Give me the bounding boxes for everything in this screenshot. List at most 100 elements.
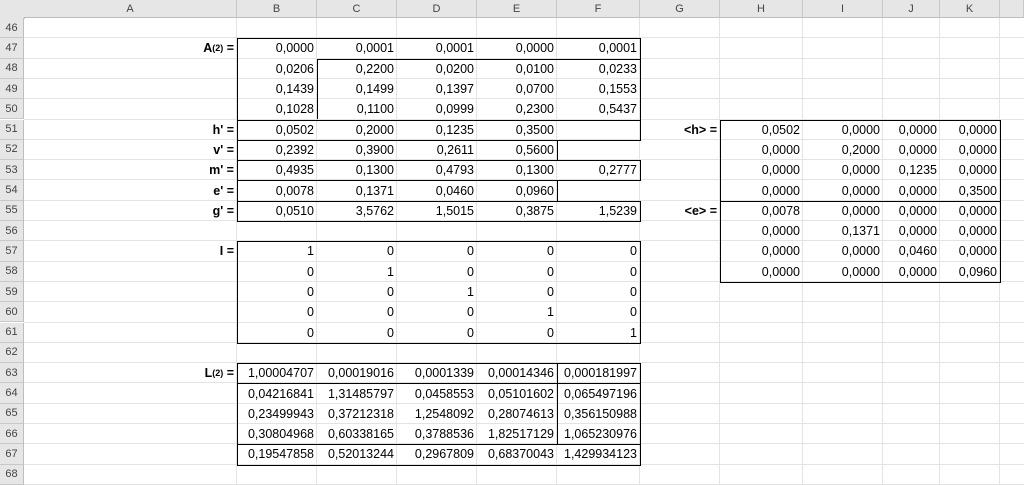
label-vector-v[interactable]: v' = [24,140,237,160]
e-matrix-cell[interactable]: 0,0000 [883,201,940,221]
identity-cell[interactable]: 0 [237,282,317,302]
select-all-corner[interactable] [0,0,25,19]
e-matrix-cell[interactable]: 0,0460 [883,241,940,261]
e-matrix-cell[interactable]: 0,0000 [803,241,883,261]
row-header-51[interactable]: 51 [0,119,24,140]
vector-h-cell[interactable]: 0,3500 [477,120,557,140]
e-matrix-cell[interactable]: 0,0000 [883,221,940,241]
e-matrix-cell[interactable]: 0,0960 [940,262,1000,282]
vector-e-cell[interactable]: 0,0078 [237,180,317,200]
row-header-66[interactable]: 66 [0,424,24,445]
l2-cell[interactable]: 0,30804968 [237,424,317,444]
l2-cell[interactable]: 1,065230976 [557,424,640,444]
e-matrix-cell[interactable]: 0,0078 [720,201,803,221]
label-vector-g[interactable]: g' = [24,201,237,221]
l2-cell[interactable]: 0,04216841 [237,383,317,403]
row-header-50[interactable]: 50 [0,99,24,120]
l2-cell[interactable]: 0,00014346 [477,363,557,383]
e-matrix-cell[interactable]: 0,0000 [940,221,1000,241]
label-vector-h[interactable]: h' = [24,120,237,140]
identity-cell[interactable]: 0 [237,323,317,343]
a2-cell[interactable]: 0,0100 [477,59,557,79]
e-matrix-cell[interactable]: 0,0000 [720,241,803,261]
a2-cell[interactable]: 0,2200 [317,59,397,79]
l2-cell[interactable]: 1,82517129 [477,424,557,444]
identity-cell[interactable]: 1 [237,241,317,261]
h-matrix-cell[interactable]: 0,0000 [803,180,883,200]
l2-cell[interactable]: 0,065497196 [557,383,640,403]
column-header-i[interactable]: I [803,0,883,18]
row-header-57[interactable]: 57 [0,241,24,262]
row-header-55[interactable]: 55 [0,200,24,221]
vector-v-cell[interactable] [557,140,640,160]
a2-cell[interactable]: 0,0206 [237,59,317,79]
h-matrix-cell[interactable]: 0,0000 [940,160,1000,180]
identity-cell[interactable]: 0 [477,262,557,282]
a2-cell[interactable]: 0,0001 [397,38,477,58]
row-header-61[interactable]: 61 [0,322,24,343]
l2-cell[interactable]: 0,0458553 [397,383,477,403]
row-header-65[interactable]: 65 [0,403,24,424]
row-header-68[interactable]: 68 [0,464,24,485]
h-matrix-cell[interactable]: 0,0000 [883,180,940,200]
row-header-59[interactable]: 59 [0,281,24,303]
a2-cell[interactable]: 0,0001 [317,38,397,58]
vector-m-cell[interactable]: 0,2777 [557,160,640,180]
label-a2-matrix[interactable]: A (2) = [24,38,237,58]
l2-cell[interactable]: 0,05101602 [477,383,557,403]
row-header-47[interactable]: 47 [0,38,24,59]
l2-cell[interactable]: 0,23499943 [237,404,317,424]
a2-cell[interactable]: 0,5437 [557,99,640,119]
l2-cell[interactable]: 0,00019016 [317,363,397,383]
e-matrix-cell[interactable]: 0,0000 [883,262,940,282]
row-header-49[interactable]: 49 [0,78,24,100]
column-header-k[interactable]: K [940,0,1000,18]
a2-cell[interactable]: 0,0999 [397,99,477,119]
a2-cell[interactable]: 0,1499 [317,79,397,99]
a2-cell[interactable]: 0,0200 [397,59,477,79]
column-header-b[interactable]: B [237,0,317,18]
column-header-g[interactable]: G [640,0,720,18]
column-header-h[interactable]: H [720,0,803,18]
a2-cell[interactable]: 0,0700 [477,79,557,99]
label-vector-m[interactable]: m' = [24,160,237,180]
identity-cell[interactable]: 0 [237,262,317,282]
identity-cell[interactable]: 0 [477,323,557,343]
e-matrix-cell[interactable]: 0,0000 [940,201,1000,221]
identity-cell[interactable]: 0 [557,302,640,322]
a2-cell[interactable]: 0,1553 [557,79,640,99]
vector-e-cell[interactable]: 0,1371 [317,180,397,200]
a2-cell[interactable]: 0,1439 [237,79,317,99]
l2-cell[interactable]: 1,2548092 [397,404,477,424]
h-matrix-cell[interactable]: 0,0000 [883,120,940,140]
a2-cell[interactable]: 0,1028 [237,99,317,119]
a2-cell[interactable]: 0,1100 [317,99,397,119]
vector-g-cell[interactable]: 1,5015 [397,201,477,221]
l2-cell[interactable]: 0,0001339 [397,363,477,383]
e-matrix-cell[interactable]: 0,0000 [720,262,803,282]
a2-cell[interactable]: 0,2300 [477,99,557,119]
a2-cell[interactable]: 0,0233 [557,59,640,79]
identity-cell[interactable]: 0 [237,302,317,322]
l2-cell[interactable]: 0,52013244 [317,444,397,464]
label-e-matrix[interactable]: <e> = [640,201,720,221]
e-matrix-cell[interactable]: 0,0000 [803,201,883,221]
identity-cell[interactable]: 0 [317,302,397,322]
h-matrix-cell[interactable]: 0,0000 [940,120,1000,140]
vector-e-cell[interactable]: 0,0960 [477,180,557,200]
e-matrix-cell[interactable]: 0,1371 [803,221,883,241]
row-header-56[interactable]: 56 [0,221,24,242]
l2-cell[interactable]: 0,19547858 [237,444,317,464]
row-header-53[interactable]: 53 [0,160,24,181]
vector-m-cell[interactable]: 0,4935 [237,160,317,180]
vector-h-cell[interactable]: 0,2000 [317,120,397,140]
a2-cell[interactable]: 0,0001 [557,38,640,58]
l2-cell[interactable]: 0,68370043 [477,444,557,464]
l2-cell[interactable]: 0,356150988 [557,404,640,424]
row-header-52[interactable]: 52 [0,139,24,161]
identity-cell[interactable]: 1 [397,282,477,302]
identity-cell[interactable]: 1 [317,262,397,282]
identity-cell[interactable]: 0 [557,262,640,282]
h-matrix-cell[interactable]: 0,0000 [883,140,940,160]
identity-cell[interactable]: 0 [397,323,477,343]
